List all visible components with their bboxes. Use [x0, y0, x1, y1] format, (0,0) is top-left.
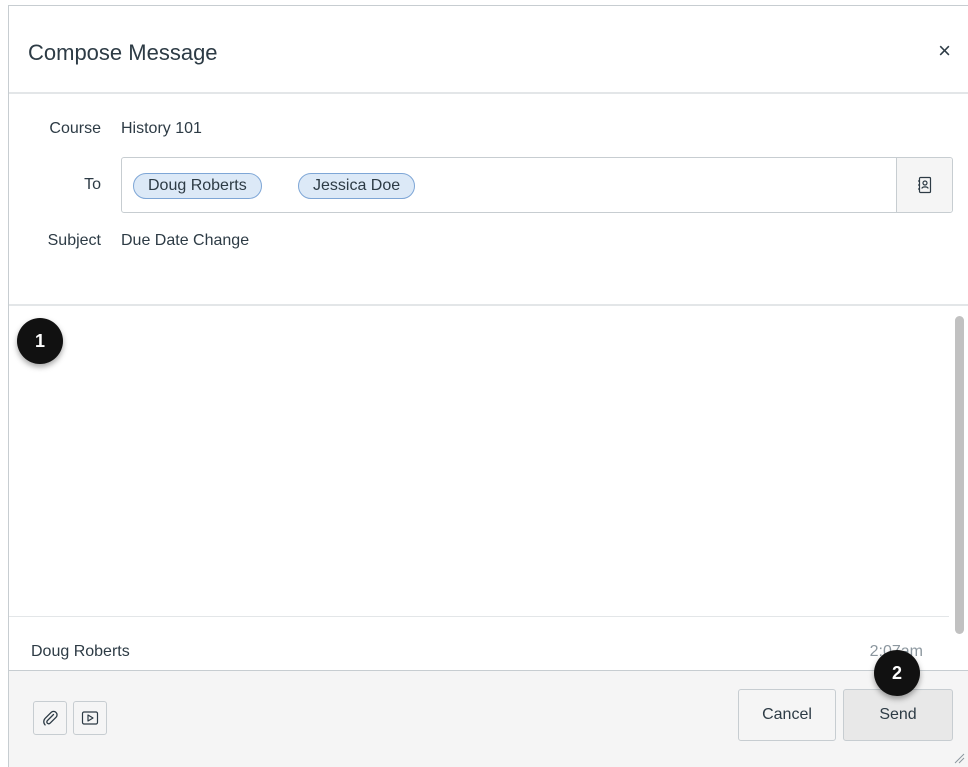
attach-file-button[interactable]	[33, 701, 67, 735]
dialog-footer: Cancel Send	[9, 670, 968, 767]
callout-number: 1	[34, 330, 45, 351]
address-book-button[interactable]	[896, 158, 952, 212]
recipients-input[interactable]: Doug Roberts Jessica Doe	[121, 157, 953, 213]
paperclip-icon	[43, 710, 58, 726]
dialog-header: Compose Message ×	[9, 6, 968, 94]
callout-2: 2	[874, 650, 920, 696]
message-body-input[interactable]	[9, 306, 945, 616]
send-button[interactable]: Send	[843, 689, 953, 741]
message-body-area: Doug Roberts 2:07am	[9, 304, 968, 670]
address-book-icon	[917, 176, 931, 194]
subject-label: Subject	[47, 232, 101, 249]
subject-value[interactable]: Due Date Change	[121, 232, 249, 250]
previous-message-author: Doug Roberts	[31, 643, 130, 660]
resize-handle-icon[interactable]	[953, 752, 965, 764]
course-value: History 101	[121, 120, 202, 137]
recipient-token[interactable]: Jessica Doe	[298, 173, 416, 199]
recipient-token[interactable]: Doug Roberts	[133, 173, 262, 199]
scrollbar-thumb[interactable]	[955, 316, 964, 634]
compose-message-dialog: Compose Message × Course History 101 To …	[8, 5, 968, 767]
course-label: Course	[49, 120, 101, 137]
callout-number: 2	[891, 662, 902, 683]
close-icon[interactable]: ×	[938, 39, 951, 63]
cancel-button[interactable]: Cancel	[738, 689, 836, 741]
media-icon	[81, 711, 99, 725]
callout-1: 1	[17, 318, 63, 364]
dialog-title: Compose Message	[28, 40, 218, 65]
record-media-button[interactable]	[73, 701, 107, 735]
previous-message: Doug Roberts 2:07am	[9, 616, 949, 672]
to-label: To	[84, 176, 101, 193]
